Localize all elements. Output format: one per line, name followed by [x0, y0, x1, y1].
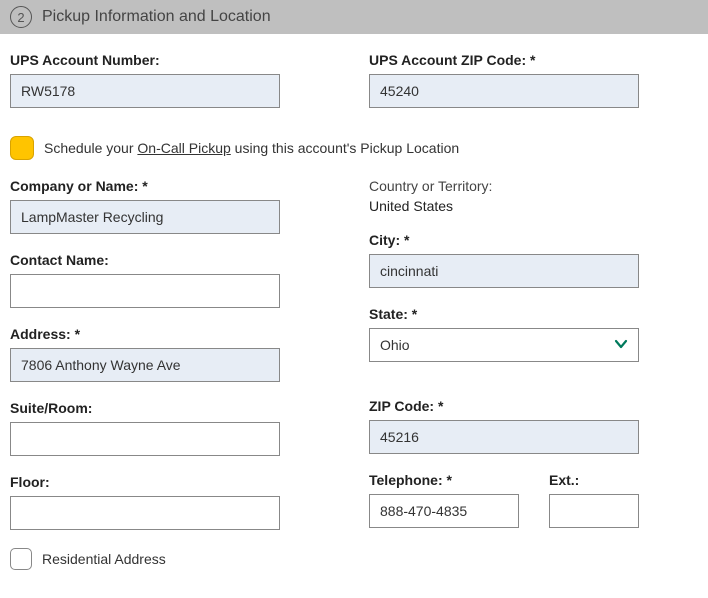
- floor-input[interactable]: [10, 496, 280, 530]
- ext-input[interactable]: [549, 494, 639, 528]
- step-number-badge: 2: [10, 6, 32, 28]
- ups-account-input[interactable]: [10, 74, 280, 108]
- on-call-checkbox[interactable]: [10, 136, 34, 160]
- company-input[interactable]: [10, 200, 280, 234]
- city-label: City: *: [369, 232, 698, 248]
- section-header: 2 Pickup Information and Location: [0, 0, 708, 34]
- state-select[interactable]: [369, 328, 639, 362]
- contact-input[interactable]: [10, 274, 280, 308]
- ups-zip-input[interactable]: [369, 74, 639, 108]
- section-title: Pickup Information and Location: [42, 8, 271, 26]
- address-label: Address: *: [10, 326, 339, 342]
- phone-input[interactable]: [369, 494, 519, 528]
- floor-label: Floor:: [10, 474, 339, 490]
- country-value: United States: [369, 198, 698, 214]
- address-input[interactable]: [10, 348, 280, 382]
- contact-label: Contact Name:: [10, 252, 339, 268]
- residential-checkbox[interactable]: [10, 548, 32, 570]
- residential-label: Residential Address: [42, 551, 166, 567]
- state-label: State: *: [369, 306, 698, 322]
- on-call-pickup-link[interactable]: On-Call Pickup: [137, 140, 230, 156]
- ext-label: Ext.:: [549, 472, 639, 488]
- country-label: Country or Territory:: [369, 178, 698, 194]
- zip2-label: ZIP Code: *: [369, 398, 698, 414]
- suite-label: Suite/Room:: [10, 400, 339, 416]
- phone-label: Telephone: *: [369, 472, 519, 488]
- city-input[interactable]: [369, 254, 639, 288]
- ups-zip-label: UPS Account ZIP Code: *: [369, 52, 698, 68]
- on-call-suffix: using this account's Pickup Location: [231, 140, 459, 156]
- ups-account-label: UPS Account Number:: [10, 52, 339, 68]
- on-call-text: Schedule your On-Call Pickup using this …: [44, 140, 459, 156]
- suite-input[interactable]: [10, 422, 280, 456]
- company-label: Company or Name: *: [10, 178, 339, 194]
- on-call-prefix: Schedule your: [44, 140, 137, 156]
- zip2-input[interactable]: [369, 420, 639, 454]
